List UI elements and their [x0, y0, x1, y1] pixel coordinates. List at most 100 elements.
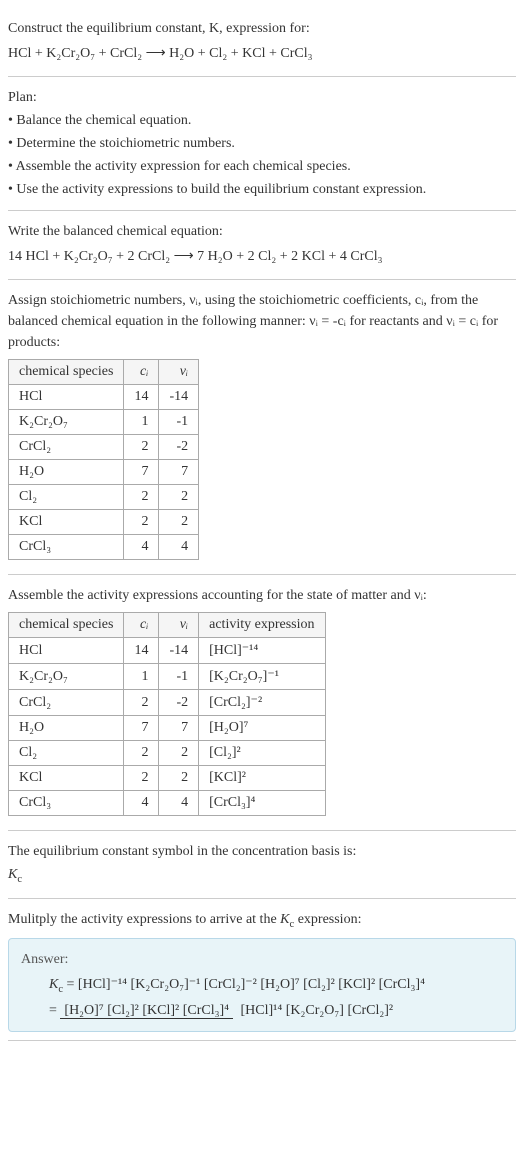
table-row: CrCl₂2-2: [9, 435, 199, 460]
symbol-value: Kc: [8, 864, 516, 888]
col-vi: νᵢ: [159, 613, 199, 638]
table-row: K₂Cr₂O₇1-1[K₂Cr₂O₇]⁻¹: [9, 664, 326, 690]
cell-vi: -14: [159, 385, 199, 410]
table-row: HCl14-14: [9, 385, 199, 410]
table-row: H₂O77[H₂O]⁷: [9, 716, 326, 741]
cell-ci: 2: [124, 690, 159, 716]
cell-ci: 7: [124, 460, 159, 485]
cell-ci: 2: [124, 435, 159, 460]
cell-ci: 2: [124, 510, 159, 535]
plan-section: Plan: • Balance the chemical equation. •…: [8, 77, 516, 211]
answer-box: Answer: Kc = K_c = [HCl]⁻¹⁴ [K₂Cr₂O₇]⁻¹ …: [8, 938, 516, 1032]
cell-vi: -1: [159, 410, 199, 435]
plan-item: • Assemble the activity expression for e…: [8, 156, 516, 177]
fraction: [H₂O]⁷ [Cl₂]² [KCl]² [CrCl₃]⁴ [HCl]¹⁴ [K…: [60, 1000, 397, 1021]
stoich-header: Assign stoichiometric numbers, νᵢ, using…: [8, 290, 516, 353]
cell-species: Cl₂: [9, 741, 124, 766]
activity-table: chemical species cᵢ νᵢ activity expressi…: [8, 612, 326, 816]
cell-ci: 14: [124, 638, 159, 664]
cell-ci: 4: [124, 791, 159, 816]
table-row: CrCl₃44[CrCl₃]⁴: [9, 791, 326, 816]
balanced-header: Write the balanced chemical equation:: [8, 221, 516, 242]
intro-equation: HCl + K₂Cr₂O₇ + CrCl₂ ⟶ H₂O + Cl₂ + KCl …: [8, 43, 516, 64]
multiply-section: Mulitply the activity expressions to arr…: [8, 899, 516, 1041]
cell-vi: 7: [159, 716, 199, 741]
cell-species: CrCl₃: [9, 791, 124, 816]
table-row: KCl22: [9, 510, 199, 535]
cell-vi: -2: [159, 690, 199, 716]
cell-vi: -2: [159, 435, 199, 460]
stoich-table: chemical species cᵢ νᵢ HCl14-14 K₂Cr₂O₇1…: [8, 359, 199, 560]
cell-activity: [CrCl₃]⁴: [199, 791, 325, 816]
cell-activity: [Cl₂]²: [199, 741, 325, 766]
intro-text: Construct the equilibrium constant, K, e…: [8, 21, 310, 36]
cell-vi: -1: [159, 664, 199, 690]
cell-ci: 2: [124, 741, 159, 766]
plan-item: • Balance the chemical equation.: [8, 110, 516, 131]
cell-vi: -14: [159, 638, 199, 664]
cell-ci: 4: [124, 535, 159, 560]
answer-line1: Kc = K_c = [HCl]⁻¹⁴ [K₂Cr₂O₇]⁻¹ [CrCl₂]⁻…: [49, 974, 503, 998]
symbol-line: The equilibrium constant symbol in the c…: [8, 841, 516, 862]
cell-ci: 7: [124, 716, 159, 741]
answer-label: Answer:: [21, 949, 503, 970]
cell-activity: [KCl]²: [199, 766, 325, 791]
cell-species: H₂O: [9, 716, 124, 741]
table-row: Cl₂22[Cl₂]²: [9, 741, 326, 766]
col-activity: activity expression: [199, 613, 325, 638]
col-vi: νᵢ: [159, 360, 199, 385]
intro-section: Construct the equilibrium constant, K, e…: [8, 8, 516, 77]
cell-species: CrCl₂: [9, 690, 124, 716]
cell-species: CrCl₂: [9, 435, 124, 460]
col-species: chemical species: [9, 360, 124, 385]
cell-ci: 14: [124, 385, 159, 410]
fraction-denominator: [HCl]¹⁴ [K₂Cr₂O₇] [CrCl₂]²: [237, 1003, 398, 1018]
cell-species: K₂Cr₂O₇: [9, 664, 124, 690]
activity-section: Assemble the activity expressions accoun…: [8, 575, 516, 831]
table-header-row: chemical species cᵢ νᵢ activity expressi…: [9, 613, 326, 638]
col-species: chemical species: [9, 613, 124, 638]
cell-ci: 1: [124, 664, 159, 690]
cell-species: HCl: [9, 385, 124, 410]
answer-fraction: = [H₂O]⁷ [Cl₂]² [KCl]² [CrCl₃]⁴ [HCl]¹⁴ …: [49, 1000, 503, 1021]
cell-vi: 7: [159, 460, 199, 485]
cell-species: KCl: [9, 766, 124, 791]
balanced-section: Write the balanced chemical equation: 14…: [8, 211, 516, 280]
table-row: H₂O77: [9, 460, 199, 485]
table-row: K₂Cr₂O₇1-1: [9, 410, 199, 435]
symbol-section: The equilibrium constant symbol in the c…: [8, 831, 516, 899]
cell-species: H₂O: [9, 460, 124, 485]
cell-vi: 2: [159, 510, 199, 535]
cell-vi: 2: [159, 741, 199, 766]
cell-vi: 4: [159, 535, 199, 560]
table-header-row: chemical species cᵢ νᵢ: [9, 360, 199, 385]
plan-item: • Use the activity expressions to build …: [8, 179, 516, 200]
cell-species: CrCl₃: [9, 535, 124, 560]
balanced-equation: 14 HCl + K₂Cr₂O₇ + 2 CrCl₂ ⟶ 7 H₂O + 2 C…: [8, 246, 516, 267]
table-row: HCl14-14[HCl]⁻¹⁴: [9, 638, 326, 664]
table-row: KCl22[KCl]²: [9, 766, 326, 791]
cell-vi: 2: [159, 485, 199, 510]
cell-species: KCl: [9, 510, 124, 535]
fraction-numerator: [H₂O]⁷ [Cl₂]² [KCl]² [CrCl₃]⁴: [60, 1003, 233, 1019]
cell-ci: 1: [124, 410, 159, 435]
cell-activity: [CrCl₂]⁻²: [199, 690, 325, 716]
intro-line: Construct the equilibrium constant, K, e…: [8, 18, 516, 39]
table-row: Cl₂22: [9, 485, 199, 510]
plan-header: Plan:: [8, 87, 516, 108]
cell-species: HCl: [9, 638, 124, 664]
cell-activity: [HCl]⁻¹⁴: [199, 638, 325, 664]
cell-species: Cl₂: [9, 485, 124, 510]
table-row: CrCl₃44: [9, 535, 199, 560]
plan-item: • Determine the stoichiometric numbers.: [8, 133, 516, 154]
col-ci: cᵢ: [124, 360, 159, 385]
stoich-section: Assign stoichiometric numbers, νᵢ, using…: [8, 280, 516, 575]
activity-header: Assemble the activity expressions accoun…: [8, 585, 516, 606]
cell-activity: [K₂Cr₂O₇]⁻¹: [199, 664, 325, 690]
cell-ci: 2: [124, 485, 159, 510]
cell-activity: [H₂O]⁷: [199, 716, 325, 741]
cell-vi: 4: [159, 791, 199, 816]
table-row: CrCl₂2-2[CrCl₂]⁻²: [9, 690, 326, 716]
cell-ci: 2: [124, 766, 159, 791]
cell-species: K₂Cr₂O₇: [9, 410, 124, 435]
